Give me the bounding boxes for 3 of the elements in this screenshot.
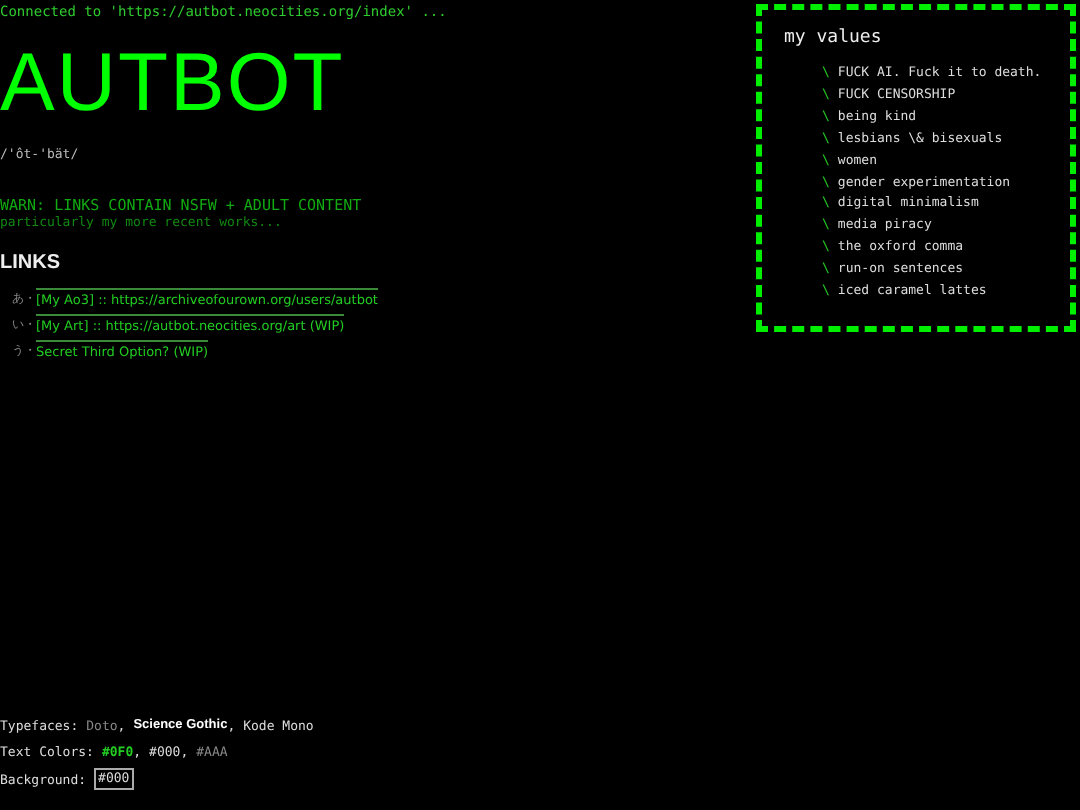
panel-title: my values <box>784 26 884 50</box>
section-heading: LINKS <box>0 252 62 276</box>
site-title: AUTBOT <box>0 42 347 122</box>
